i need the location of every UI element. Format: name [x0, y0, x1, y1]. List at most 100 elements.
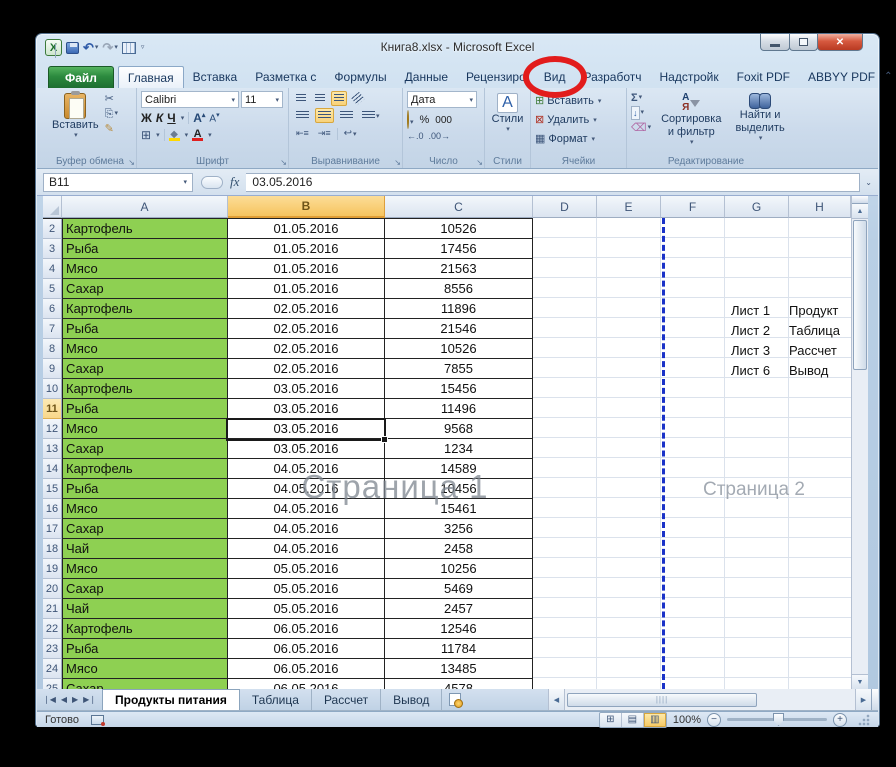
font-size-combo[interactable]: 11▾ — [241, 91, 283, 108]
cell-date[interactable]: 02.05.2016 — [228, 339, 385, 359]
scroll-up-icon[interactable]: ▲ — [852, 204, 868, 219]
zoom-out-button[interactable]: − — [707, 713, 721, 727]
scroll-down-icon[interactable]: ▼ — [852, 674, 868, 689]
insert-cells-button[interactable]: ⊞Вставить▾ — [535, 92, 622, 109]
ribbon-tab[interactable]: Вид — [535, 66, 575, 88]
row-header[interactable]: 11 — [43, 399, 62, 419]
increase-decimal-button[interactable]: ←.0 — [407, 131, 424, 141]
cell-value[interactable]: 11896 — [385, 299, 533, 319]
cell-date[interactable]: 01.05.2016 — [228, 259, 385, 279]
align-middle-button[interactable] — [312, 91, 328, 106]
ribbon-tab[interactable]: Главная — [118, 66, 184, 88]
cell-date[interactable]: 06.05.2016 — [228, 679, 385, 689]
cell-sheet-desc[interactable]: Продукт — [789, 303, 849, 318]
last-sheet-icon[interactable]: ▶❘ — [81, 693, 98, 706]
cell-date[interactable]: 06.05.2016 — [228, 639, 385, 659]
zoom-slider-thumb[interactable] — [773, 713, 784, 726]
dialog-launcher-icon[interactable]: ↘ — [394, 158, 401, 167]
cell-value[interactable]: 7855 — [385, 359, 533, 379]
cell-product[interactable]: Сахар — [62, 519, 228, 539]
cell-value[interactable]: 10256 — [385, 559, 533, 579]
row-header[interactable]: 6 — [43, 299, 62, 319]
zoom-in-button[interactable]: + — [833, 713, 847, 727]
column-header[interactable]: B — [228, 196, 385, 218]
underline-button[interactable]: Ч — [167, 111, 175, 125]
row-header[interactable]: 9 — [43, 359, 62, 379]
orientation-button[interactable] — [350, 91, 366, 106]
name-box[interactable]: B11▾ — [43, 173, 193, 192]
row-header[interactable]: 23 — [43, 639, 62, 659]
cell-date[interactable]: 04.05.2016 — [228, 459, 385, 479]
cell-product[interactable]: Мясо — [62, 419, 228, 439]
row-header[interactable]: 13 — [43, 439, 62, 459]
cell-value[interactable]: 4578 — [385, 679, 533, 689]
zoom-slider[interactable] — [727, 718, 827, 721]
column-header[interactable]: G — [725, 196, 789, 218]
view-page-layout-button[interactable]: ▤ — [622, 713, 644, 727]
cell-product[interactable]: Рыба — [62, 319, 228, 339]
cell-value[interactable]: 10526 — [385, 219, 533, 239]
cell-date[interactable]: 04.05.2016 — [228, 499, 385, 519]
row-header[interactable]: 4 — [43, 259, 62, 279]
split-handle[interactable] — [852, 196, 868, 204]
row-header[interactable]: 17 — [43, 519, 62, 539]
ribbon-tab[interactable]: ABBYY PDF — [799, 66, 884, 88]
next-sheet-icon[interactable]: ▶ — [70, 693, 80, 706]
number-format-combo[interactable]: Дата▾ — [407, 91, 477, 108]
cell-date[interactable]: 05.05.2016 — [228, 599, 385, 619]
copy-button[interactable]: ⎘▾ — [105, 108, 118, 120]
horizontal-scroll-thumb[interactable]: |||| — [567, 693, 757, 707]
cell-product[interactable]: Сахар — [62, 679, 228, 689]
horizontal-scrollbar[interactable]: ◀ |||| ▶ — [548, 689, 878, 710]
format-cells-button[interactable]: ▦Формат▾ — [535, 130, 622, 147]
close-button[interactable]: ✕ — [817, 34, 863, 51]
row-header[interactable]: 25 — [43, 679, 62, 689]
row-header[interactable]: 10 — [43, 379, 62, 399]
cell-date[interactable]: 05.05.2016 — [228, 579, 385, 599]
cell-value[interactable]: 15456 — [385, 379, 533, 399]
minimize-button[interactable] — [760, 34, 790, 51]
paste-button[interactable]: Вставить ▾ — [48, 91, 103, 141]
cell-product[interactable]: Картофель — [62, 379, 228, 399]
ribbon-tab[interactable]: Данные — [396, 66, 457, 88]
fill-button[interactable]: ↓▾ — [631, 106, 651, 120]
styles-button[interactable]: А Стили ▾ — [489, 91, 526, 135]
cell-value[interactable]: 8556 — [385, 279, 533, 299]
expand-formula-bar-icon[interactable]: ⌄ — [865, 178, 872, 187]
cell-date[interactable]: 06.05.2016 — [228, 659, 385, 679]
row-header[interactable]: 3 — [43, 239, 62, 259]
cell-product[interactable]: Мясо — [62, 259, 228, 279]
percent-style-button[interactable]: % — [420, 114, 430, 126]
cell-product[interactable]: Сахар — [62, 579, 228, 599]
row-header[interactable]: 2 — [43, 219, 62, 239]
wrap-text-button[interactable]: ↩▾ — [341, 125, 360, 142]
insert-sheet-button[interactable] — [442, 689, 468, 710]
cell-value[interactable]: 14589 — [385, 459, 533, 479]
cell-value[interactable]: 11496 — [385, 399, 533, 419]
cell-value[interactable]: 11784 — [385, 639, 533, 659]
tab-file[interactable]: Файл — [48, 66, 114, 88]
formula-bar-handle[interactable] — [201, 176, 223, 189]
autosum-button[interactable]: Σ▾ — [631, 92, 651, 104]
cell-value[interactable]: 1234 — [385, 439, 533, 459]
row-header[interactable]: 18 — [43, 539, 62, 559]
row-header[interactable]: 20 — [43, 579, 62, 599]
ribbon-tab[interactable]: Разработч — [574, 66, 650, 88]
fill-color-button[interactable]: ◆ — [169, 130, 180, 141]
font-color-button[interactable]: А — [192, 129, 203, 141]
ribbon-tab[interactable]: Вставка — [184, 66, 247, 88]
fx-icon[interactable]: fx — [230, 174, 239, 190]
borders-button[interactable]: ⊞ — [141, 128, 151, 142]
cell-sheet-desc[interactable]: Рассчет — [789, 343, 849, 358]
column-header[interactable]: A — [62, 196, 228, 218]
increase-indent-button[interactable]: ⇥≡ — [315, 125, 334, 142]
align-top-button[interactable] — [293, 91, 309, 106]
cell-value[interactable]: 21546 — [385, 319, 533, 339]
cell-value[interactable]: 21563 — [385, 259, 533, 279]
ribbon-tab[interactable]: Рецензиро — [457, 66, 535, 88]
row-header[interactable]: 19 — [43, 559, 62, 579]
cell-date[interactable]: 05.05.2016 — [228, 559, 385, 579]
cell-sheet-desc[interactable]: Таблица — [789, 323, 849, 338]
delete-cells-button[interactable]: ⊠Удалить▾ — [535, 111, 622, 128]
cell-value[interactable]: 5469 — [385, 579, 533, 599]
